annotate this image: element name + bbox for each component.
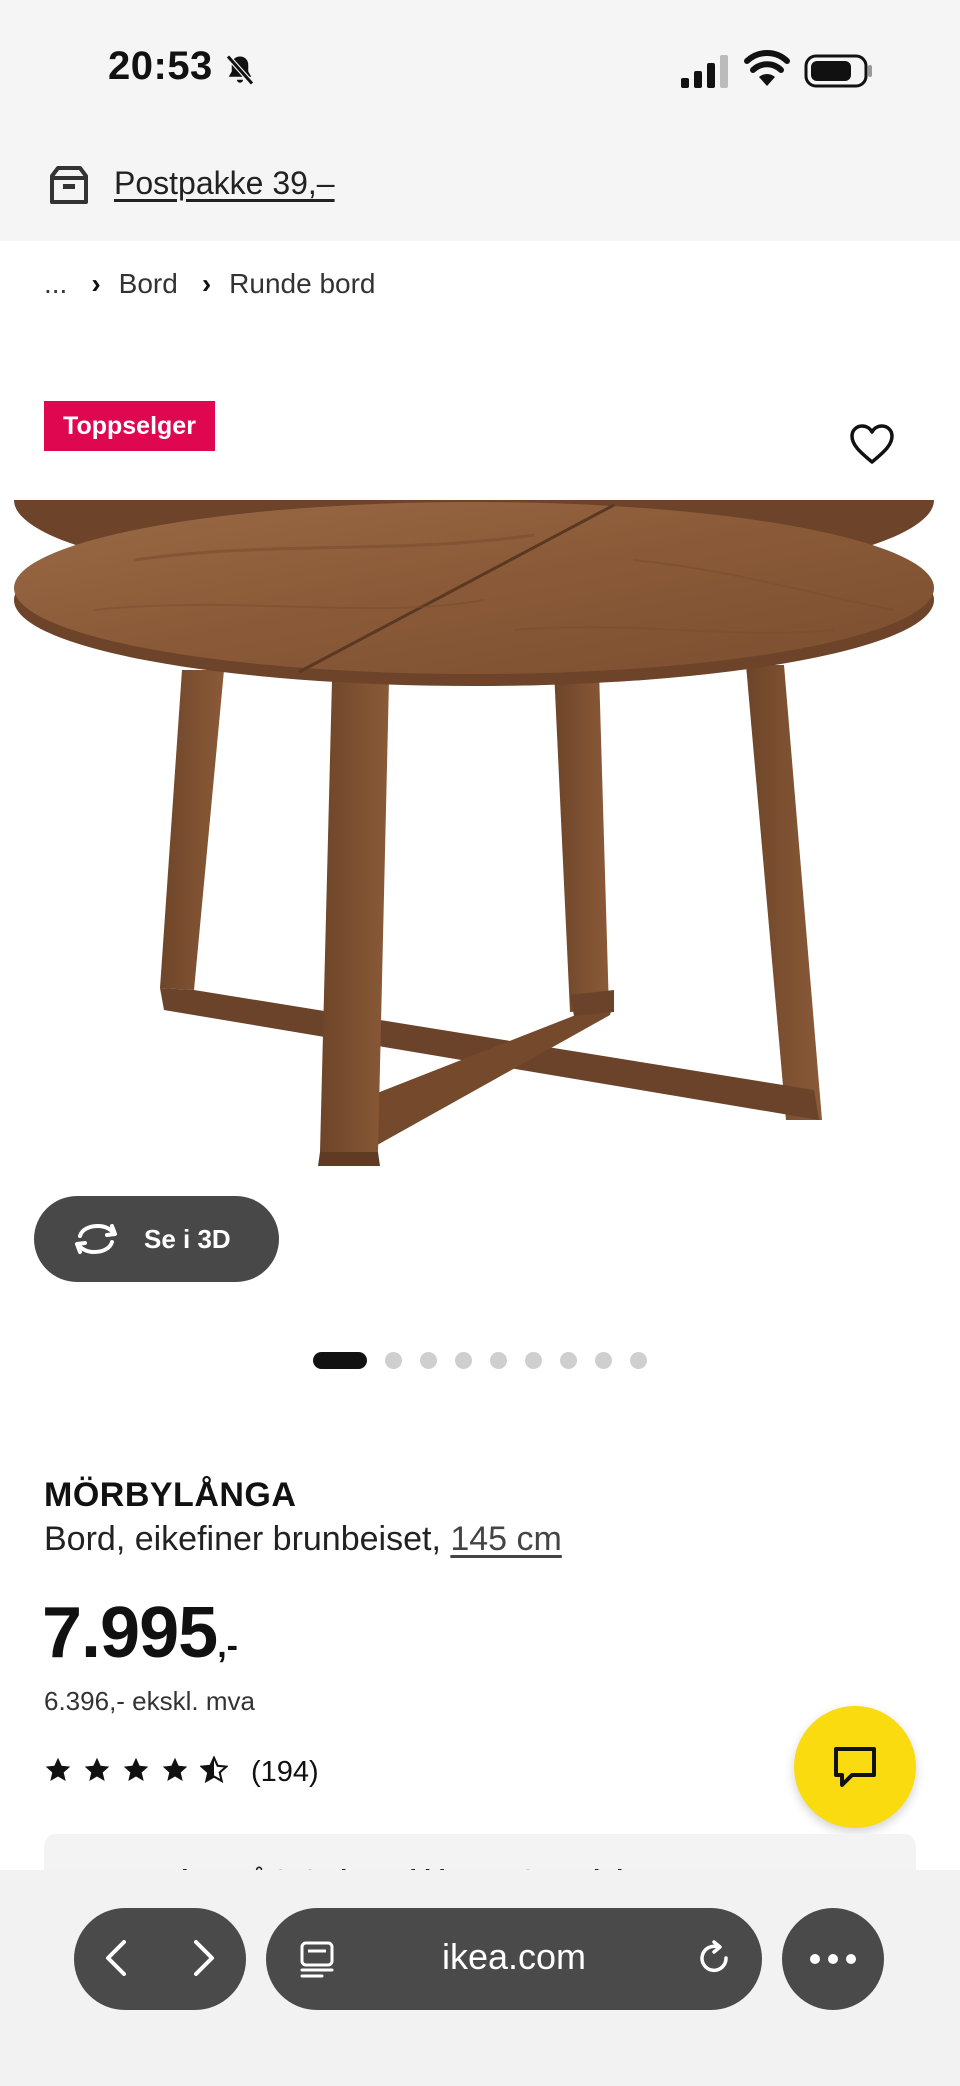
size-link[interactable]: 145 cm — [450, 1520, 562, 1558]
rating-stars[interactable] — [44, 1756, 239, 1784]
carousel-dot[interactable] — [420, 1352, 437, 1369]
product-price: 7.995,- — [42, 1592, 238, 1674]
breadcrumb-item[interactable]: Bord — [119, 268, 178, 300]
more-options-button[interactable] — [782, 1908, 884, 2010]
view-3d-label: Se i 3D — [144, 1223, 231, 1254]
reload-icon[interactable] — [694, 1938, 734, 1978]
breadcrumb-item[interactable]: Runde bord — [229, 268, 375, 300]
chat-bubble-icon — [834, 1747, 876, 1787]
browser-nav-pill — [74, 1908, 246, 2010]
star-half-icon — [200, 1756, 228, 1784]
star-icon — [45, 1757, 71, 1781]
price-suffix: ,- — [217, 1627, 238, 1665]
url-text: ikea.com — [441, 1936, 587, 1977]
rotate-3d-icon — [75, 1223, 117, 1255]
star-icon — [123, 1757, 149, 1781]
bell-slash-icon — [226, 54, 254, 86]
wifi-icon — [744, 50, 790, 86]
status-time: 20:53 — [108, 44, 213, 88]
more-dots-icon — [810, 1954, 856, 1964]
chevron-right-icon: › — [91, 268, 101, 299]
carousel-dot[interactable] — [595, 1352, 612, 1369]
carousel-dot[interactable] — [455, 1352, 472, 1369]
star-icon — [84, 1757, 110, 1781]
battery-icon — [804, 54, 872, 88]
cellular-signal-icon — [681, 55, 728, 88]
carousel-dot[interactable] — [525, 1352, 542, 1369]
product-description-text: Bord, eikefiner brunbeiset, — [44, 1520, 451, 1558]
price-excl-vat: 6.396,- ekskl. mva — [44, 1686, 255, 1716]
product-description: Bord, eikefiner brunbeiset, 145 cm — [44, 1520, 562, 1559]
product-image[interactable] — [14, 500, 944, 1180]
breadcrumb-item[interactable]: ... — [44, 268, 67, 300]
delivery-box-icon — [50, 166, 88, 204]
view-3d-button[interactable]: Se i 3D — [34, 1196, 279, 1282]
price-main: 7.995 — [42, 1593, 218, 1673]
heart-icon[interactable] — [848, 422, 896, 466]
review-count[interactable]: (194) — [251, 1756, 319, 1789]
chevron-right-icon: › — [201, 268, 212, 299]
carousel-dot-active[interactable] — [313, 1352, 367, 1369]
carousel-dot[interactable] — [385, 1352, 402, 1369]
product-name: MÖRBYLÅNGA — [44, 1476, 297, 1514]
chat-button[interactable] — [794, 1706, 916, 1828]
forward-arrow-icon[interactable] — [180, 1936, 224, 1980]
top-header-area — [0, 0, 960, 241]
carousel-dot[interactable] — [490, 1352, 507, 1369]
carousel-dot[interactable] — [560, 1352, 577, 1369]
status-badge: Toppselger — [44, 401, 215, 451]
breadcrumb: ... › Bord › Runde bord — [44, 268, 376, 300]
star-icon — [162, 1757, 188, 1781]
shipping-info-link[interactable]: Postpakke 39,– — [114, 165, 335, 202]
back-arrow-icon[interactable] — [96, 1936, 140, 1980]
address-bar[interactable]: ikea.com — [266, 1908, 762, 2010]
carousel-dot[interactable] — [630, 1352, 647, 1369]
carousel-indicator — [313, 1352, 665, 1369]
